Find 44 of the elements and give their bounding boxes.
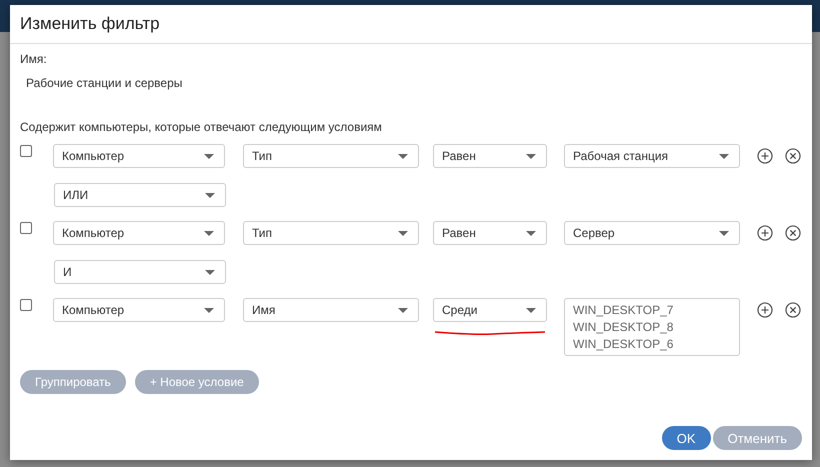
value-dropdown[interactable]: Сервер xyxy=(564,221,740,245)
dialog-title: Изменить фильтр xyxy=(20,14,160,34)
values-list-field[interactable]: WIN_DESKTOP_7 WIN_DESKTOP_8 WIN_DESKTOP_6 xyxy=(564,298,740,356)
checkbox[interactable] xyxy=(20,299,32,311)
field-dropdown[interactable]: Компьютер xyxy=(53,298,225,322)
property-dropdown[interactable]: Тип xyxy=(243,144,419,168)
caret-icon xyxy=(205,192,215,198)
caret-icon xyxy=(526,230,536,236)
operator-dropdown[interactable]: Среди xyxy=(433,298,547,322)
caret-icon xyxy=(398,230,408,236)
list-value: WIN_DESKTOP_6 xyxy=(573,337,674,351)
caret-icon xyxy=(526,154,536,158)
checkbox[interactable] xyxy=(20,145,32,157)
property-dropdown[interactable]: Тип xyxy=(243,221,419,245)
value-dropdown[interactable]: Рабочая станция xyxy=(564,144,740,168)
checkbox[interactable] xyxy=(20,222,32,234)
caret-icon xyxy=(398,154,408,158)
caret-icon xyxy=(204,154,214,158)
caret-icon xyxy=(719,154,729,158)
property-dropdown[interactable]: Имя xyxy=(243,298,419,322)
caret-icon xyxy=(204,308,214,312)
caret-icon xyxy=(526,308,536,312)
remove-icon[interactable] xyxy=(785,302,801,318)
operator-dropdown[interactable]: Равен xyxy=(433,144,547,168)
name-label: Имя: xyxy=(20,52,47,66)
name-field[interactable]: Рабочие станции и серверы xyxy=(26,74,182,92)
caret-icon xyxy=(204,230,214,236)
add-icon[interactable] xyxy=(757,302,773,318)
remove-icon[interactable] xyxy=(785,225,801,241)
add-icon[interactable] xyxy=(757,225,773,241)
operator-dropdown[interactable]: Равен xyxy=(433,221,547,245)
add-icon[interactable] xyxy=(757,148,773,164)
logic-dropdown[interactable]: ИЛИ xyxy=(54,183,226,207)
field-dropdown[interactable]: Компьютер xyxy=(53,144,225,168)
caret-icon xyxy=(719,230,729,236)
conditions-heading: Содержит компьютеры, которые отвечают следующим условиям xyxy=(20,120,382,134)
list-value: WIN_DESKTOP_7 xyxy=(573,303,674,317)
caret-icon xyxy=(205,270,215,274)
remove-icon[interactable] xyxy=(785,148,801,164)
ok-button[interactable]: OK xyxy=(662,426,711,450)
logic-dropdown[interactable]: И xyxy=(54,260,226,284)
list-value: WIN_DESKTOP_8 xyxy=(573,320,674,334)
field-dropdown[interactable]: Компьютер xyxy=(53,221,225,245)
caret-icon xyxy=(398,308,408,312)
